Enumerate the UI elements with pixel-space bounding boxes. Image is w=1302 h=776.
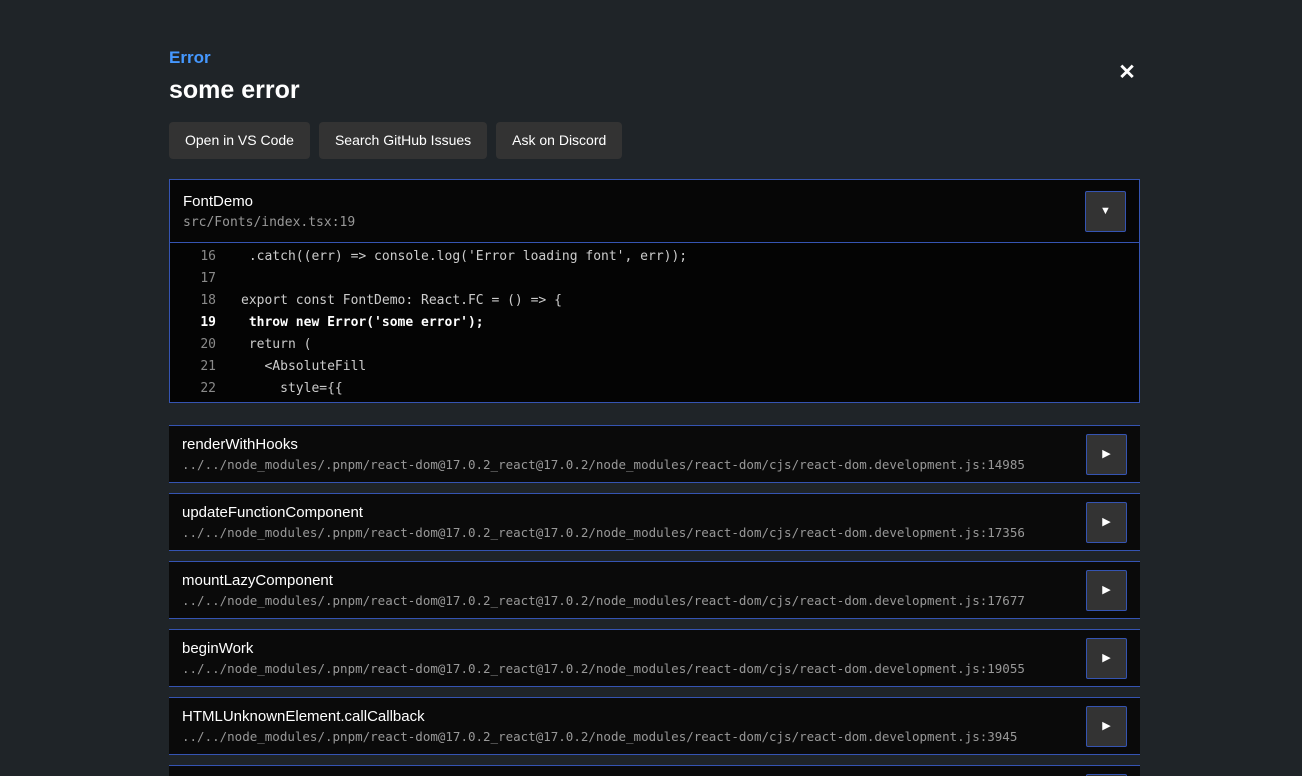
code-text xyxy=(216,268,241,290)
expand-frame-button[interactable]: ▶ xyxy=(1086,502,1127,543)
top-stack-frame-card: FontDemo src/Fonts/index.tsx:19 ▼ 16 .ca… xyxy=(169,179,1140,403)
frame-function-name: HTMLUnknownElement.callCallback xyxy=(182,708,1017,725)
expand-frame-button[interactable]: ▶ xyxy=(1086,706,1127,747)
frame-info: HTMLUnknownElement.callCallback ../../no… xyxy=(182,708,1017,744)
expand-frame-button[interactable]: ▶ xyxy=(1086,638,1127,679)
play-icon: ▶ xyxy=(1102,653,1110,664)
stack-frame: updateFunctionComponent ../../node_modul… xyxy=(169,493,1140,551)
frame-info: updateFunctionComponent ../../node_modul… xyxy=(182,504,1025,540)
frame-info: renderWithHooks ../../node_modules/.pnpm… xyxy=(182,436,1025,472)
action-buttons: Open in VS CodeSearch GitHub IssuesAsk o… xyxy=(169,122,1140,159)
stack-frame: HTMLUnknownElement.callCallback ../../no… xyxy=(169,697,1140,755)
line-number: 20 xyxy=(170,334,216,356)
error-kicker: Error xyxy=(169,48,1140,68)
code-line: 16 .catch((err) => console.log('Error lo… xyxy=(170,246,1139,268)
line-number: 16 xyxy=(170,246,216,268)
line-number: 22 xyxy=(170,378,216,400)
code-text: <AbsoluteFill xyxy=(216,356,366,378)
top-stack-frame-header: FontDemo src/Fonts/index.tsx:19 ▼ xyxy=(170,180,1139,242)
line-number: 19 xyxy=(170,312,216,334)
stack-frame: mountLazyComponent ../../node_modules/.p… xyxy=(169,561,1140,619)
frame-function-name: renderWithHooks xyxy=(182,436,1025,453)
stack-frame-partial: ▶ xyxy=(169,765,1140,776)
frame-info: mountLazyComponent ../../node_modules/.p… xyxy=(182,572,1025,608)
code-line: 19 throw new Error('some error'); xyxy=(170,312,1139,334)
error-overlay: ✕ Error some error Open in VS CodeSearch… xyxy=(0,0,1302,776)
error-message-title: some error xyxy=(169,76,1140,104)
code-text: export const FontDemo: React.FC = () => … xyxy=(216,290,562,312)
expand-frame-button[interactable]: ▶ xyxy=(1086,570,1127,611)
action-button[interactable]: Ask on Discord xyxy=(496,122,622,159)
stack-frame-list: renderWithHooks ../../node_modules/.pnpm… xyxy=(169,425,1140,755)
frame-location: ../../node_modules/.pnpm/react-dom@17.0.… xyxy=(182,593,1025,608)
play-icon: ▶ xyxy=(1102,721,1110,732)
action-button[interactable]: Search GitHub Issues xyxy=(319,122,487,159)
frame-location: ../../node_modules/.pnpm/react-dom@17.0.… xyxy=(182,661,1025,676)
code-text: return ( xyxy=(216,334,311,356)
frame-location: ../../node_modules/.pnpm/react-dom@17.0.… xyxy=(182,525,1025,540)
frame-function-name: FontDemo xyxy=(183,193,355,210)
play-icon: ▶ xyxy=(1102,449,1110,460)
code-line: 20 return ( xyxy=(170,334,1139,356)
code-text: throw new Error('some error'); xyxy=(216,312,484,334)
expand-frame-button[interactable]: ▶ xyxy=(1086,434,1127,475)
code-line: 21 <AbsoluteFill xyxy=(170,356,1139,378)
code-line: 18 export const FontDemo: React.FC = () … xyxy=(170,290,1139,312)
action-button[interactable]: Open in VS Code xyxy=(169,122,310,159)
play-icon: ▶ xyxy=(1102,585,1110,596)
frame-location: ../../node_modules/.pnpm/react-dom@17.0.… xyxy=(182,729,1017,744)
code-line: 22 style={{ xyxy=(170,378,1139,400)
line-number: 21 xyxy=(170,356,216,378)
frame-location: ../../node_modules/.pnpm/react-dom@17.0.… xyxy=(182,457,1025,472)
frame-info: beginWork ../../node_modules/.pnpm/react… xyxy=(182,640,1025,676)
line-number: 18 xyxy=(170,290,216,312)
play-icon: ▶ xyxy=(1102,517,1110,528)
collapse-frame-button[interactable]: ▼ xyxy=(1085,191,1126,232)
frame-info: FontDemo src/Fonts/index.tsx:19 xyxy=(183,193,355,230)
frame-function-name: mountLazyComponent xyxy=(182,572,1025,589)
stack-frame: renderWithHooks ../../node_modules/.pnpm… xyxy=(169,425,1140,483)
line-number: 17 xyxy=(170,268,216,290)
stack-frame: beginWork ../../node_modules/.pnpm/react… xyxy=(169,629,1140,687)
caret-down-icon: ▼ xyxy=(1100,206,1111,217)
code-text: style={{ xyxy=(216,378,343,400)
code-text: .catch((err) => console.log('Error loadi… xyxy=(216,246,687,268)
error-overlay-content: Error some error Open in VS CodeSearch G… xyxy=(169,48,1140,776)
source-code-preview: 16 .catch((err) => console.log('Error lo… xyxy=(170,242,1139,402)
frame-function-name: updateFunctionComponent xyxy=(182,504,1025,521)
code-line: 17 xyxy=(170,268,1139,290)
frame-function-name: beginWork xyxy=(182,640,1025,657)
frame-location: src/Fonts/index.tsx:19 xyxy=(183,215,355,230)
